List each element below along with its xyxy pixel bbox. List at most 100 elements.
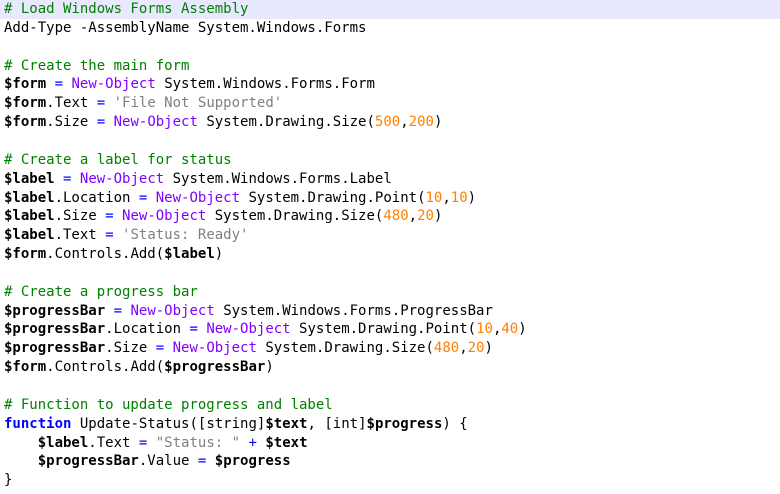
- code-token: .Location: [54, 189, 139, 206]
- code-token: .Text: [46, 95, 97, 112]
- code-token: ): [484, 340, 493, 357]
- code-token: $progressBar: [37, 453, 139, 470]
- code-token: $form: [4, 95, 47, 112]
- code-token: 10: [476, 321, 493, 338]
- code-token: .Controls.Add: [46, 246, 156, 263]
- code-line[interactable]: }: [4, 471, 12, 490]
- code-line[interactable]: $label.Size = New-Object System.Drawing.…: [4, 207, 442, 226]
- code-token: Add-Type -AssemblyName System.Windows.Fo…: [4, 19, 367, 36]
- code-token: =: [105, 227, 114, 244]
- code-token: .Controls.Add: [46, 359, 156, 376]
- code-token: System.Drawing.Point: [290, 321, 468, 338]
- code-token: $progressBar: [4, 302, 106, 319]
- code-line[interactable]: $form.Text = 'File Not Supported': [4, 94, 282, 113]
- code-token: System.Drawing.Size: [256, 340, 426, 357]
- code-token: ): [433, 114, 443, 131]
- code-token: $progressBar: [4, 340, 106, 357]
- code-token: =: [54, 76, 64, 93]
- code-line[interactable]: # Create a label for status: [4, 151, 232, 170]
- code-token: function: [4, 415, 72, 432]
- code-token: New-Object: [122, 208, 207, 225]
- code-line[interactable]: $progressBar.Location = New-Object Syste…: [4, 320, 527, 339]
- code-line[interactable]: $progressBar.Value = $progress: [4, 452, 291, 471]
- code-token: System.Windows.Forms.ProgressBar: [214, 302, 493, 319]
- code-token: =: [155, 340, 165, 357]
- code-token: New-Object: [79, 170, 165, 187]
- code-line[interactable]: $form.Controls.Add($progressBar): [4, 358, 274, 377]
- code-token: New-Object: [206, 321, 291, 338]
- code-token: .Size: [54, 208, 106, 225]
- code-token: Update-Status: [71, 415, 190, 432]
- code-token: $label: [37, 434, 89, 451]
- code-token: $progressBar: [164, 359, 266, 376]
- code-token: $label: [4, 208, 55, 225]
- code-token: ]: [358, 415, 367, 432]
- code-token: # Create the main form: [4, 57, 190, 74]
- code-token: $label: [4, 170, 55, 187]
- code-editor[interactable]: # Load Windows Forms Assembly Add-Type -A…: [0, 0, 780, 494]
- code-token: New-Object: [155, 189, 241, 206]
- code-token: =: [96, 114, 106, 131]
- code-token: .Value: [138, 453, 198, 470]
- code-token: ) {: [442, 415, 468, 432]
- code-line[interactable]: $form.Controls.Add($label): [4, 245, 223, 264]
- code-token: (: [155, 246, 165, 263]
- code-token: $form: [4, 246, 47, 263]
- code-token: (: [155, 359, 165, 376]
- code-token: ): [433, 208, 443, 225]
- code-token: ,: [442, 189, 451, 206]
- code-token: 'File Not Supported': [113, 95, 283, 112]
- code-token: ,: [459, 340, 468, 357]
- code-token: New-Object: [172, 340, 257, 357]
- code-token: System.Drawing.Point: [240, 189, 418, 206]
- code-token: System.Windows.Forms.Label: [164, 170, 392, 187]
- code-token: System.Drawing.Size: [197, 114, 367, 131]
- code-token: "Status: ": [155, 434, 241, 451]
- code-line[interactable]: # Load Windows Forms Assembly: [4, 0, 248, 19]
- code-token: $form: [4, 114, 47, 131]
- code-line[interactable]: function Update-Status([string] $text, [i…: [4, 415, 468, 434]
- code-line[interactable]: # Function to update progress and label: [4, 396, 333, 415]
- code-token: 10: [450, 189, 468, 206]
- code-token: 20: [417, 208, 434, 225]
- code-token: New-Object: [130, 302, 215, 319]
- code-token: $progressBar: [4, 321, 106, 338]
- code-token: New-Object: [113, 114, 198, 131]
- code-token: $progress: [214, 453, 291, 470]
- code-token: ): [467, 189, 477, 206]
- code-token: }: [4, 472, 13, 489]
- code-token: System.Drawing.Size: [206, 208, 375, 225]
- code-line[interactable]: $form.Size = New-Object System.Drawing.S…: [4, 113, 442, 132]
- code-line[interactable]: $label.Text = "Status: " + $text: [4, 434, 308, 453]
- code-token: .Size: [46, 114, 97, 131]
- code-token: .Text: [54, 227, 106, 244]
- code-token: int: [332, 415, 359, 432]
- code-token: (: [467, 321, 477, 338]
- code-line[interactable]: Add-Type -AssemblyName System.Windows.Fo…: [4, 19, 366, 38]
- code-token: (: [417, 189, 426, 206]
- code-line[interactable]: $progressBar.Size = New-Object System.Dr…: [4, 339, 493, 358]
- code-token: 40: [501, 321, 519, 338]
- code-token: (: [366, 114, 375, 131]
- code-token: # Load Windows Forms Assembly: [4, 1, 249, 17]
- code-line[interactable]: $label.Text = 'Status: Ready': [4, 226, 248, 245]
- code-line[interactable]: $label = New-Object System.Windows.Forms…: [4, 170, 392, 189]
- code-token: 480: [383, 208, 409, 225]
- code-line[interactable]: $progressBar = New-Object System.Windows…: [4, 302, 493, 321]
- code-line[interactable]: $form = New-Object System.Windows.Forms.…: [4, 75, 375, 94]
- code-line[interactable]: # Create a progress bar: [4, 283, 198, 302]
- code-token: ): [265, 359, 274, 376]
- code-token: ([: [189, 415, 207, 432]
- code-line[interactable]: $label.Location = New-Object System.Draw…: [4, 189, 476, 208]
- code-token: 20: [467, 340, 485, 357]
- code-line[interactable]: # Create the main form: [4, 57, 189, 76]
